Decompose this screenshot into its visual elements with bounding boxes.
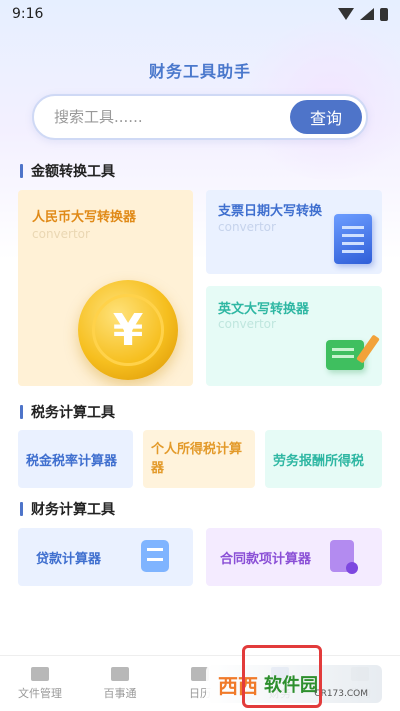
section-title-text: 金额转换工具	[31, 164, 115, 180]
tab-baishitong[interactable]: 百事通	[80, 656, 160, 711]
card-title: 支票日期大写转换	[218, 204, 323, 219]
contract-document-icon	[330, 540, 358, 574]
card-title: 合同款项计算器	[220, 552, 312, 567]
tab-label: 文件管理	[18, 686, 62, 700]
wifi-icon	[338, 8, 354, 20]
card-subtitle: convertor	[218, 317, 276, 331]
page-title: 财务工具助手	[148, 62, 251, 81]
section-marker	[20, 502, 23, 516]
card-title: 个人所得税计算器	[151, 442, 243, 476]
card-subtitle: convertor	[218, 220, 276, 234]
card-title: 贷款计算器	[36, 552, 102, 567]
card-title: 英文大写转换器	[218, 302, 310, 317]
status-bar: 9:16	[0, 0, 400, 28]
signal-icon	[360, 8, 374, 20]
calculator-icon	[141, 540, 169, 572]
folder-icon	[31, 666, 49, 681]
labor-tax-calculator-card[interactable]: 劳务报酬所得税	[265, 430, 382, 488]
highlight-box	[242, 645, 322, 708]
section-marker	[20, 164, 23, 178]
watermark-url: CR173.COM	[314, 689, 368, 699]
section-title-amount: 金额转换工具	[20, 161, 115, 181]
section-marker	[20, 405, 23, 419]
status-time: 9:16	[12, 6, 44, 22]
income-tax-calculator-card[interactable]: 个人所得税计算器	[143, 430, 255, 488]
loan-calculator-card[interactable]: 贷款计算器	[18, 528, 193, 586]
card-subtitle: convertor	[32, 227, 90, 241]
tax-rate-calculator-card[interactable]: 税金税率计算器	[18, 430, 133, 488]
tab-label: 百事通	[103, 686, 137, 700]
rmb-converter-card[interactable]: 人民币大写转换器 convertor ¥	[18, 190, 193, 386]
yuan-coin-icon: ¥	[78, 280, 178, 380]
section-title-tax: 税务计算工具	[20, 402, 115, 422]
phone-icon	[111, 666, 129, 681]
card-title: 劳务报酬所得税	[273, 454, 365, 469]
search-button[interactable]: 查询	[290, 100, 362, 134]
english-converter-card[interactable]: 英文大写转换器 convertor	[206, 286, 382, 386]
contract-calculator-card[interactable]: 合同款项计算器	[206, 528, 382, 586]
battery-icon	[380, 7, 388, 21]
document-icon	[334, 214, 372, 264]
check-date-converter-card[interactable]: 支票日期大写转换 convertor	[206, 190, 382, 274]
section-title-text: 税务计算工具	[31, 405, 115, 421]
section-title-finance: 财务计算工具	[20, 499, 115, 519]
section-title-text: 财务计算工具	[31, 502, 115, 518]
card-title: 税金税率计算器	[26, 454, 118, 469]
card-title: 人民币大写转换器	[32, 210, 137, 225]
tab-file-manager[interactable]: 文件管理	[0, 656, 80, 711]
status-icons	[338, 7, 388, 21]
search-bar: 查询	[32, 94, 368, 140]
